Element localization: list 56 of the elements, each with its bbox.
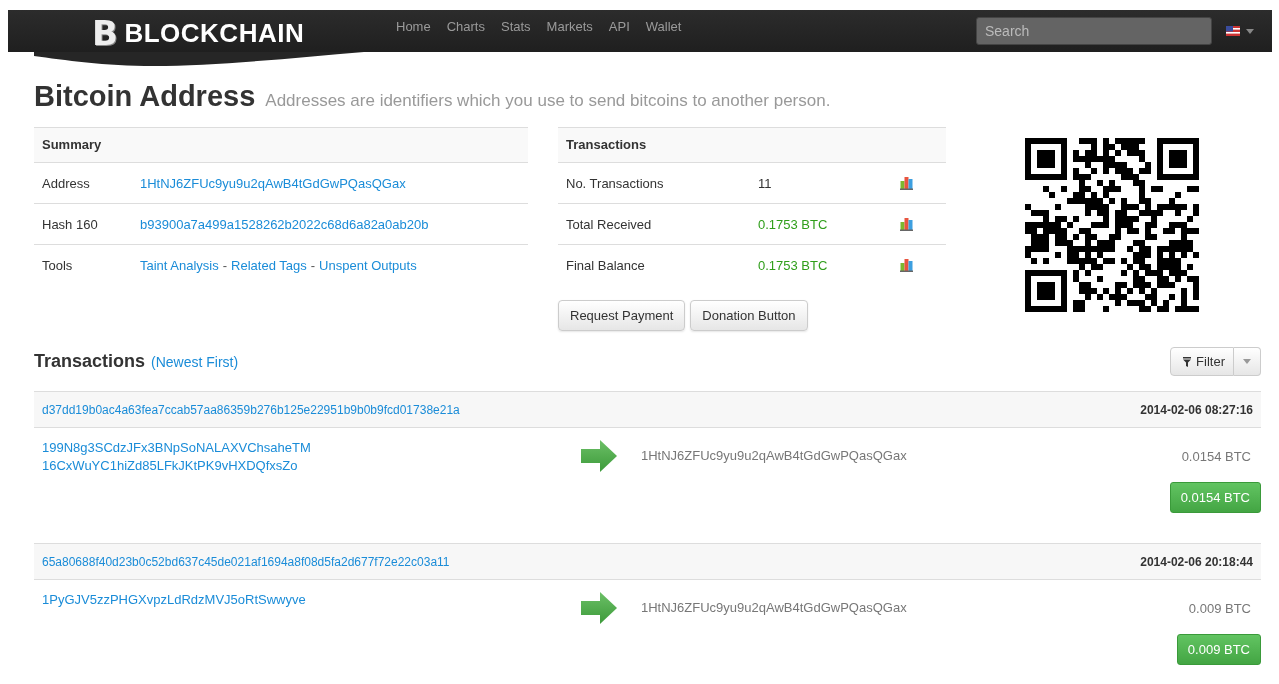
action-button[interactable]: Donation Button	[690, 300, 808, 331]
separator: -	[310, 257, 316, 273]
page-subtitle: Addresses are identifiers which you use to send bitcoins to another person.	[265, 91, 831, 111]
row-label: No. Transactions	[566, 175, 665, 191]
nav-link[interactable]: Stats	[493, 18, 539, 34]
address-link[interactable]: 1HtNJ6ZFUc9yu9u2qAwB4tGdGwPQasQGax	[140, 175, 406, 191]
row-value: 0.1753 BTC	[758, 216, 829, 232]
row-value: 0.1753 BTC	[758, 257, 829, 273]
arrow-right-icon	[581, 592, 617, 624]
tool-link[interactable]: Taint Analysis	[140, 257, 219, 273]
sort-link[interactable]: (Newest First)	[151, 354, 239, 370]
filter-icon	[1183, 356, 1192, 367]
output-amount: 0.0154 BTC	[1181, 449, 1251, 464]
tool-link[interactable]: Related Tags	[231, 257, 307, 273]
row-label: Address	[42, 175, 91, 191]
bar-chart-icon[interactable]	[900, 258, 913, 272]
page-title: Bitcoin Address	[34, 80, 256, 113]
transaction-hash-link[interactable]: d37dd19b0ac4a63fea7ccab57aa86359b276b125e22951b9b0b9fcd01738e21a	[42, 402, 460, 417]
arrow-right-icon	[581, 440, 617, 472]
address-link[interactable]: b93900a7a499a1528262b2022c68d6a82a0ab20b	[140, 216, 429, 232]
transaction-time: 2014-02-06 08:27:16	[1140, 402, 1253, 417]
search-field[interactable]: Search	[976, 17, 1212, 45]
output-amount: 0.009 BTC	[1188, 601, 1251, 616]
input-address-link[interactable]: 199N8g3SCdzJFx3BNpSoNALAXVChsaheTM	[42, 440, 581, 455]
nav-link[interactable]: Wallet	[637, 18, 690, 34]
tool-link[interactable]: Unspent Outputs	[319, 257, 417, 273]
transaction-hash-link[interactable]: 65a80688f40d23b0c52bd637c45de021af1694a8f08d5fa2d677f72e22c03a11	[42, 554, 450, 569]
bar-chart-icon[interactable]	[900, 176, 913, 190]
nav-link[interactable]: API	[600, 18, 638, 34]
bar-chart-icon[interactable]	[900, 217, 913, 231]
row-label: Final Balance	[566, 257, 646, 273]
logo[interactable]: B BLOCKCHAIN	[92, 13, 368, 53]
nav-link[interactable]: Markets	[538, 18, 601, 34]
separator: -	[222, 257, 228, 273]
action-button[interactable]: Request Payment	[558, 300, 686, 331]
table-header: Transactions	[558, 128, 946, 163]
language-menu[interactable]	[1226, 26, 1254, 36]
transaction-time: 2014-02-06 20:18:44	[1140, 554, 1253, 569]
input-address-link[interactable]: 1PyGJV5zzPHGXvpzLdRdzMVJ5oRtSwwyve	[42, 592, 581, 607]
section-title: Transactions	[34, 351, 146, 371]
caret-icon	[1246, 28, 1254, 34]
row-label: Hash 160	[42, 216, 99, 232]
input-address-link[interactable]: 16CxWuYC1hiZd85LFkJKtPK9vHXDQfxsZo	[42, 458, 581, 473]
table-header: Summary	[34, 128, 528, 163]
nav-link[interactable]: Charts	[438, 18, 493, 34]
caret-icon	[1243, 359, 1251, 364]
total-amount-button[interactable]: 0.009 BTC	[1176, 634, 1261, 665]
output-address: 1HtNJ6ZFUc9yu9u2qAwB4tGdGwPQasQGax	[641, 448, 907, 463]
flag-icon	[1226, 26, 1240, 36]
row-value: 11	[758, 175, 773, 191]
nav-link[interactable]: Home	[388, 18, 439, 34]
row-label: Tools	[42, 257, 74, 273]
row-label: Total Received	[566, 216, 653, 232]
output-address: 1HtNJ6ZFUc9yu9u2qAwB4tGdGwPQasQGax	[641, 600, 907, 615]
filter-button[interactable]: Filter	[1170, 347, 1234, 376]
total-amount-button[interactable]: 0.0154 BTC	[1169, 482, 1261, 513]
